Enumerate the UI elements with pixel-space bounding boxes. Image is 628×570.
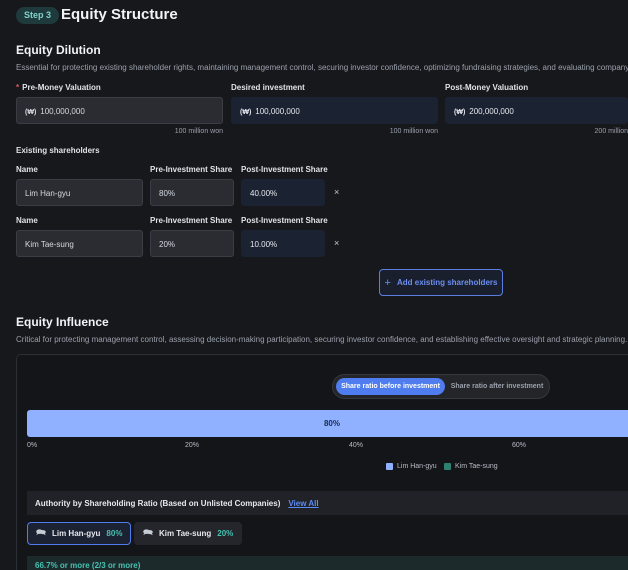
post-share-column-label: Post-Investment Share: [241, 216, 328, 225]
threshold-row: 66.7% or more (2/3 or more): [27, 556, 628, 570]
remove-shareholder-button[interactable]: ×: [334, 238, 339, 248]
toggle-after-investment[interactable]: Share ratio after investment: [447, 378, 547, 395]
desired-investment-input[interactable]: (₩) 100,000,000: [231, 97, 438, 124]
user-icon: 🗪: [36, 527, 46, 537]
view-all-link[interactable]: View All: [288, 499, 318, 508]
step-badge: Step 3: [16, 7, 60, 24]
axis-tick: 0%: [27, 442, 38, 449]
name-column-label: Name: [16, 216, 38, 225]
legend-label: Lim Han-gyu: [397, 463, 437, 470]
bar-data-label: 80%: [323, 419, 340, 428]
dilution-title: Equity Dilution: [16, 43, 101, 57]
pre-share-input[interactable]: 80%: [150, 179, 234, 206]
shareholder-name-input[interactable]: Lim Han-gyu: [16, 179, 143, 206]
legend-item: Lim Han-gyu: [386, 463, 437, 470]
chip-percent: 80%: [106, 529, 123, 538]
post-money-hint: 200 million: [594, 128, 628, 135]
axis-tick: 40%: [348, 442, 364, 449]
pre-money-hint: 100 million won: [174, 128, 223, 135]
shareholder-name-input[interactable]: Kim Tae-sung: [16, 230, 143, 257]
currency-symbol: (₩): [25, 109, 37, 116]
add-shareholder-label: Add existing shareholders: [396, 278, 498, 287]
pre-money-label: * Pre-Money Valuation: [16, 83, 101, 92]
axis-tick: 20%: [184, 442, 200, 449]
currency-symbol: (₩): [454, 109, 466, 116]
chip-name: Lim Han-gyu: [51, 529, 101, 538]
pre-share-column-label: Pre-Investment Share: [150, 216, 233, 225]
dilution-description: Essential for protecting existing shareh…: [16, 63, 628, 72]
page-title: Equity Structure: [61, 6, 178, 23]
pre-share-input[interactable]: 20%: [150, 230, 234, 257]
influence-title: Equity Influence: [16, 315, 109, 329]
desired-investment-label: Desired investment: [231, 83, 305, 92]
legend-item: Kim Tae-sung: [444, 463, 498, 470]
share-ratio-bar: 80%: [27, 410, 628, 437]
add-shareholder-button[interactable]: + Add existing shareholders: [379, 269, 503, 296]
axis-tick: 60%: [511, 442, 527, 449]
authority-title: Authority by Shareholding Ratio (Based o…: [35, 498, 281, 508]
post-share-value: 40.00%: [241, 179, 325, 206]
legend-swatch: [386, 463, 393, 470]
chip-name: Kim Tae-sung: [158, 529, 212, 538]
post-money-label: Post-Money Valuation: [445, 83, 529, 92]
pre-share-column-label: Pre-Investment Share: [150, 165, 233, 174]
pre-money-input[interactable]: (₩) 100,000,000: [16, 97, 223, 124]
remove-shareholder-button[interactable]: ×: [334, 187, 339, 197]
post-money-input[interactable]: (₩) 200,000,000: [445, 97, 628, 124]
legend-label: Kim Tae-sung: [455, 463, 498, 470]
chip-percent: 20%: [217, 529, 234, 538]
legend-swatch: [444, 463, 451, 470]
bar-segment: 80%: [27, 410, 628, 437]
desired-investment-hint: 100 million won: [389, 128, 438, 135]
shareholder-chip[interactable]: 🗪 Lim Han-gyu 80%: [27, 522, 132, 545]
shareholder-chip[interactable]: 🗪 Kim Tae-sung 20%: [134, 522, 243, 545]
influence-description: Critical for protecting management contr…: [16, 335, 628, 344]
plus-icon: +: [384, 276, 391, 289]
existing-shareholders-label: Existing shareholders: [16, 146, 100, 155]
post-share-column-label: Post-Investment Share: [241, 165, 328, 174]
currency-symbol: (₩): [240, 109, 252, 116]
post-share-value: 10.00%: [241, 230, 325, 257]
share-ratio-toggle: Share ratio before investment Share rati…: [332, 374, 550, 399]
name-column-label: Name: [16, 165, 38, 174]
authority-header: Authority by Shareholding Ratio (Based o…: [27, 491, 628, 515]
user-icon: 🗪: [143, 527, 153, 537]
toggle-before-investment[interactable]: Share ratio before investment: [336, 378, 445, 395]
required-mark: *: [16, 83, 20, 92]
